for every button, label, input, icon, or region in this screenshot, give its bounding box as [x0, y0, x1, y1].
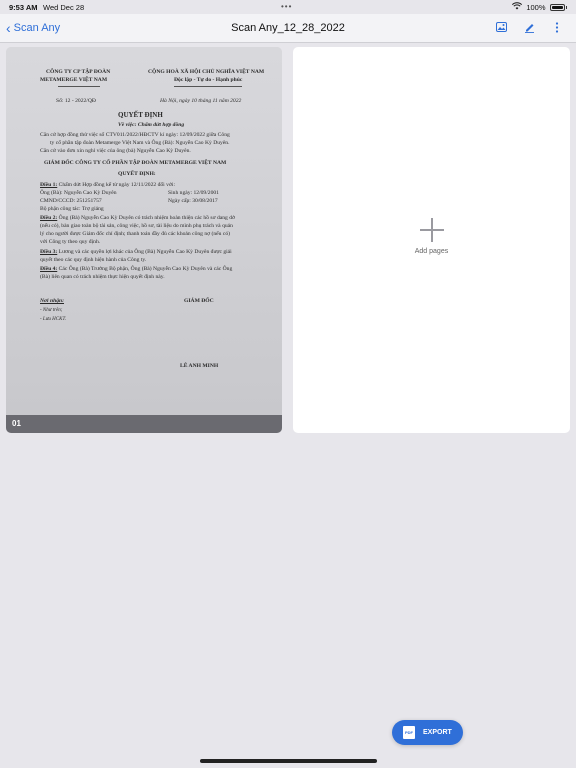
- pdf-icon: PDF: [403, 726, 415, 739]
- page-thumbnail[interactable]: CÔNG TY CP TẬP ĐOÀN METAMERGE VIỆT NAM C…: [6, 47, 282, 433]
- doc-article-3-text-a: Lương và các quyền lợi khác của Ông (Bà)…: [58, 249, 232, 255]
- page-index-label: 01: [6, 415, 282, 433]
- doc-basis-1b: ty cổ phần tập đoàn Metamerge Việt Nam v…: [50, 140, 230, 146]
- document-title: Scan Any_12_28_2022: [231, 22, 345, 34]
- add-pages-button[interactable]: Add pages: [293, 47, 570, 433]
- battery-icon: [549, 3, 565, 11]
- nav-tools: [494, 20, 564, 34]
- doc-article-2-text-c: lý cho người được Giám đốc chỉ định; tha…: [40, 231, 231, 237]
- status-bar: 9:53 AM Wed Dec 28 ••• 100%: [0, 0, 576, 14]
- status-date: Wed Dec 28: [43, 3, 85, 12]
- doc-signer-title: GIÁM ĐỐC: [184, 298, 214, 304]
- doc-article-2-text-b: (nếu có), bàn giao toàn bộ tài sản, công…: [40, 223, 233, 229]
- doc-divider: [174, 86, 242, 87]
- doc-article-2-label: Điều 2:: [40, 215, 58, 221]
- status-right: 100%: [512, 2, 567, 12]
- doc-issue-date: Ngày cấp: 30/08/2017: [168, 198, 218, 204]
- export-button-label: EXPORT: [423, 729, 452, 736]
- doc-article-1-label: Điều 1:: [40, 182, 58, 188]
- doc-article-3-label: Điều 3:: [40, 249, 58, 255]
- doc-republic: CỘNG HOÀ XÃ HỘI CHỦ NGHĨA VIỆT NAM: [148, 69, 265, 75]
- doc-article-1-text: Chấm dứt Hợp đồng kể từ ngày 12/11/2022 …: [58, 182, 175, 188]
- doc-recipient-2: - Lưu HCKT.: [40, 317, 67, 322]
- doc-recipient-1: - Như trên;: [40, 308, 63, 313]
- doc-article-2-text-a: Ông (Bà) Nguyễn Cao Kỳ Duyên có trách nh…: [58, 215, 235, 221]
- navigation-bar: ‹ Scan Any Scan Any_12_28_2022: [0, 14, 576, 43]
- doc-director-line: GIÁM ĐỐC CÔNG TY CỔ PHẦN TẬP ĐOÀN METAME…: [44, 160, 227, 166]
- doc-decides: QUYẾT ĐỊNH:: [118, 171, 156, 177]
- doc-article-4-label: Điều 4:: [40, 266, 58, 272]
- doc-article-4-text-a: Các Ông (Bà) Trưởng Bộ phận, Ông (Bà) Ng…: [58, 266, 233, 272]
- multitasking-dots[interactable]: •••: [281, 2, 292, 11]
- doc-company-line1: CÔNG TY CP TẬP ĐOÀN: [46, 69, 111, 75]
- doc-divider: [58, 86, 100, 87]
- doc-subject: Về việc: Chấm dứt hợp đồng: [118, 122, 185, 128]
- export-button[interactable]: PDF EXPORT: [392, 720, 463, 745]
- doc-company-line2: METAMERGE VIỆT NAM: [40, 77, 108, 83]
- battery-tip: [565, 5, 567, 9]
- scanned-page-image: CÔNG TY CP TẬP ĐOÀN METAMERGE VIỆT NAM C…: [6, 47, 282, 415]
- doc-basis-2: Căn cứ vào đơn xin nghỉ việc của ông (bà…: [40, 148, 191, 154]
- pen-icon[interactable]: [522, 20, 536, 34]
- doc-article-3-text-b: quyết theo các quy định hiện hành của Cô…: [40, 257, 147, 263]
- plus-icon: [420, 218, 444, 242]
- doc-basis-1a: Căn cứ hợp đồng thử việc số CTV011/2022/…: [40, 132, 230, 138]
- wifi-icon: [512, 2, 523, 12]
- doc-place-date: Hà Nội, ngày 10 tháng 11 năm 2022: [160, 98, 242, 104]
- add-pages-label: Add pages: [414, 248, 449, 255]
- doc-birth-date: Sinh ngày: 12/09/2001: [168, 190, 219, 196]
- doc-recipients-label: Nơi nhận:: [40, 298, 64, 304]
- image-icon[interactable]: [494, 20, 508, 34]
- doc-person-name: Ông (Bà): Nguyễn Cao Kỳ Duyên: [40, 190, 117, 196]
- doc-department: Bộ phận công tác: Trợ giảng: [40, 206, 104, 212]
- battery-percent: 100%: [526, 2, 546, 12]
- doc-article-4-text-b: (Bà) liên quan có trách nhiệm thực hiện …: [40, 274, 165, 280]
- doc-number: Số: 12 - 2022/QĐ: [56, 98, 96, 104]
- home-indicator[interactable]: [200, 759, 377, 763]
- doc-id-number: CMND/CCCD: 251251757: [40, 198, 102, 204]
- more-icon[interactable]: [550, 20, 564, 34]
- doc-motto: Độc lập - Tự do - Hạnh phúc: [174, 77, 243, 83]
- doc-article-2-text-d: với Công ty theo quy định.: [40, 239, 101, 245]
- status-time: 9:53 AM: [9, 3, 38, 12]
- scanned-document: CÔNG TY CP TẬP ĐOÀN METAMERGE VIỆT NAM C…: [6, 47, 282, 415]
- doc-heading: QUYẾT ĐỊNH: [118, 111, 163, 119]
- doc-signer-name: LÊ ANH MINH: [180, 363, 219, 369]
